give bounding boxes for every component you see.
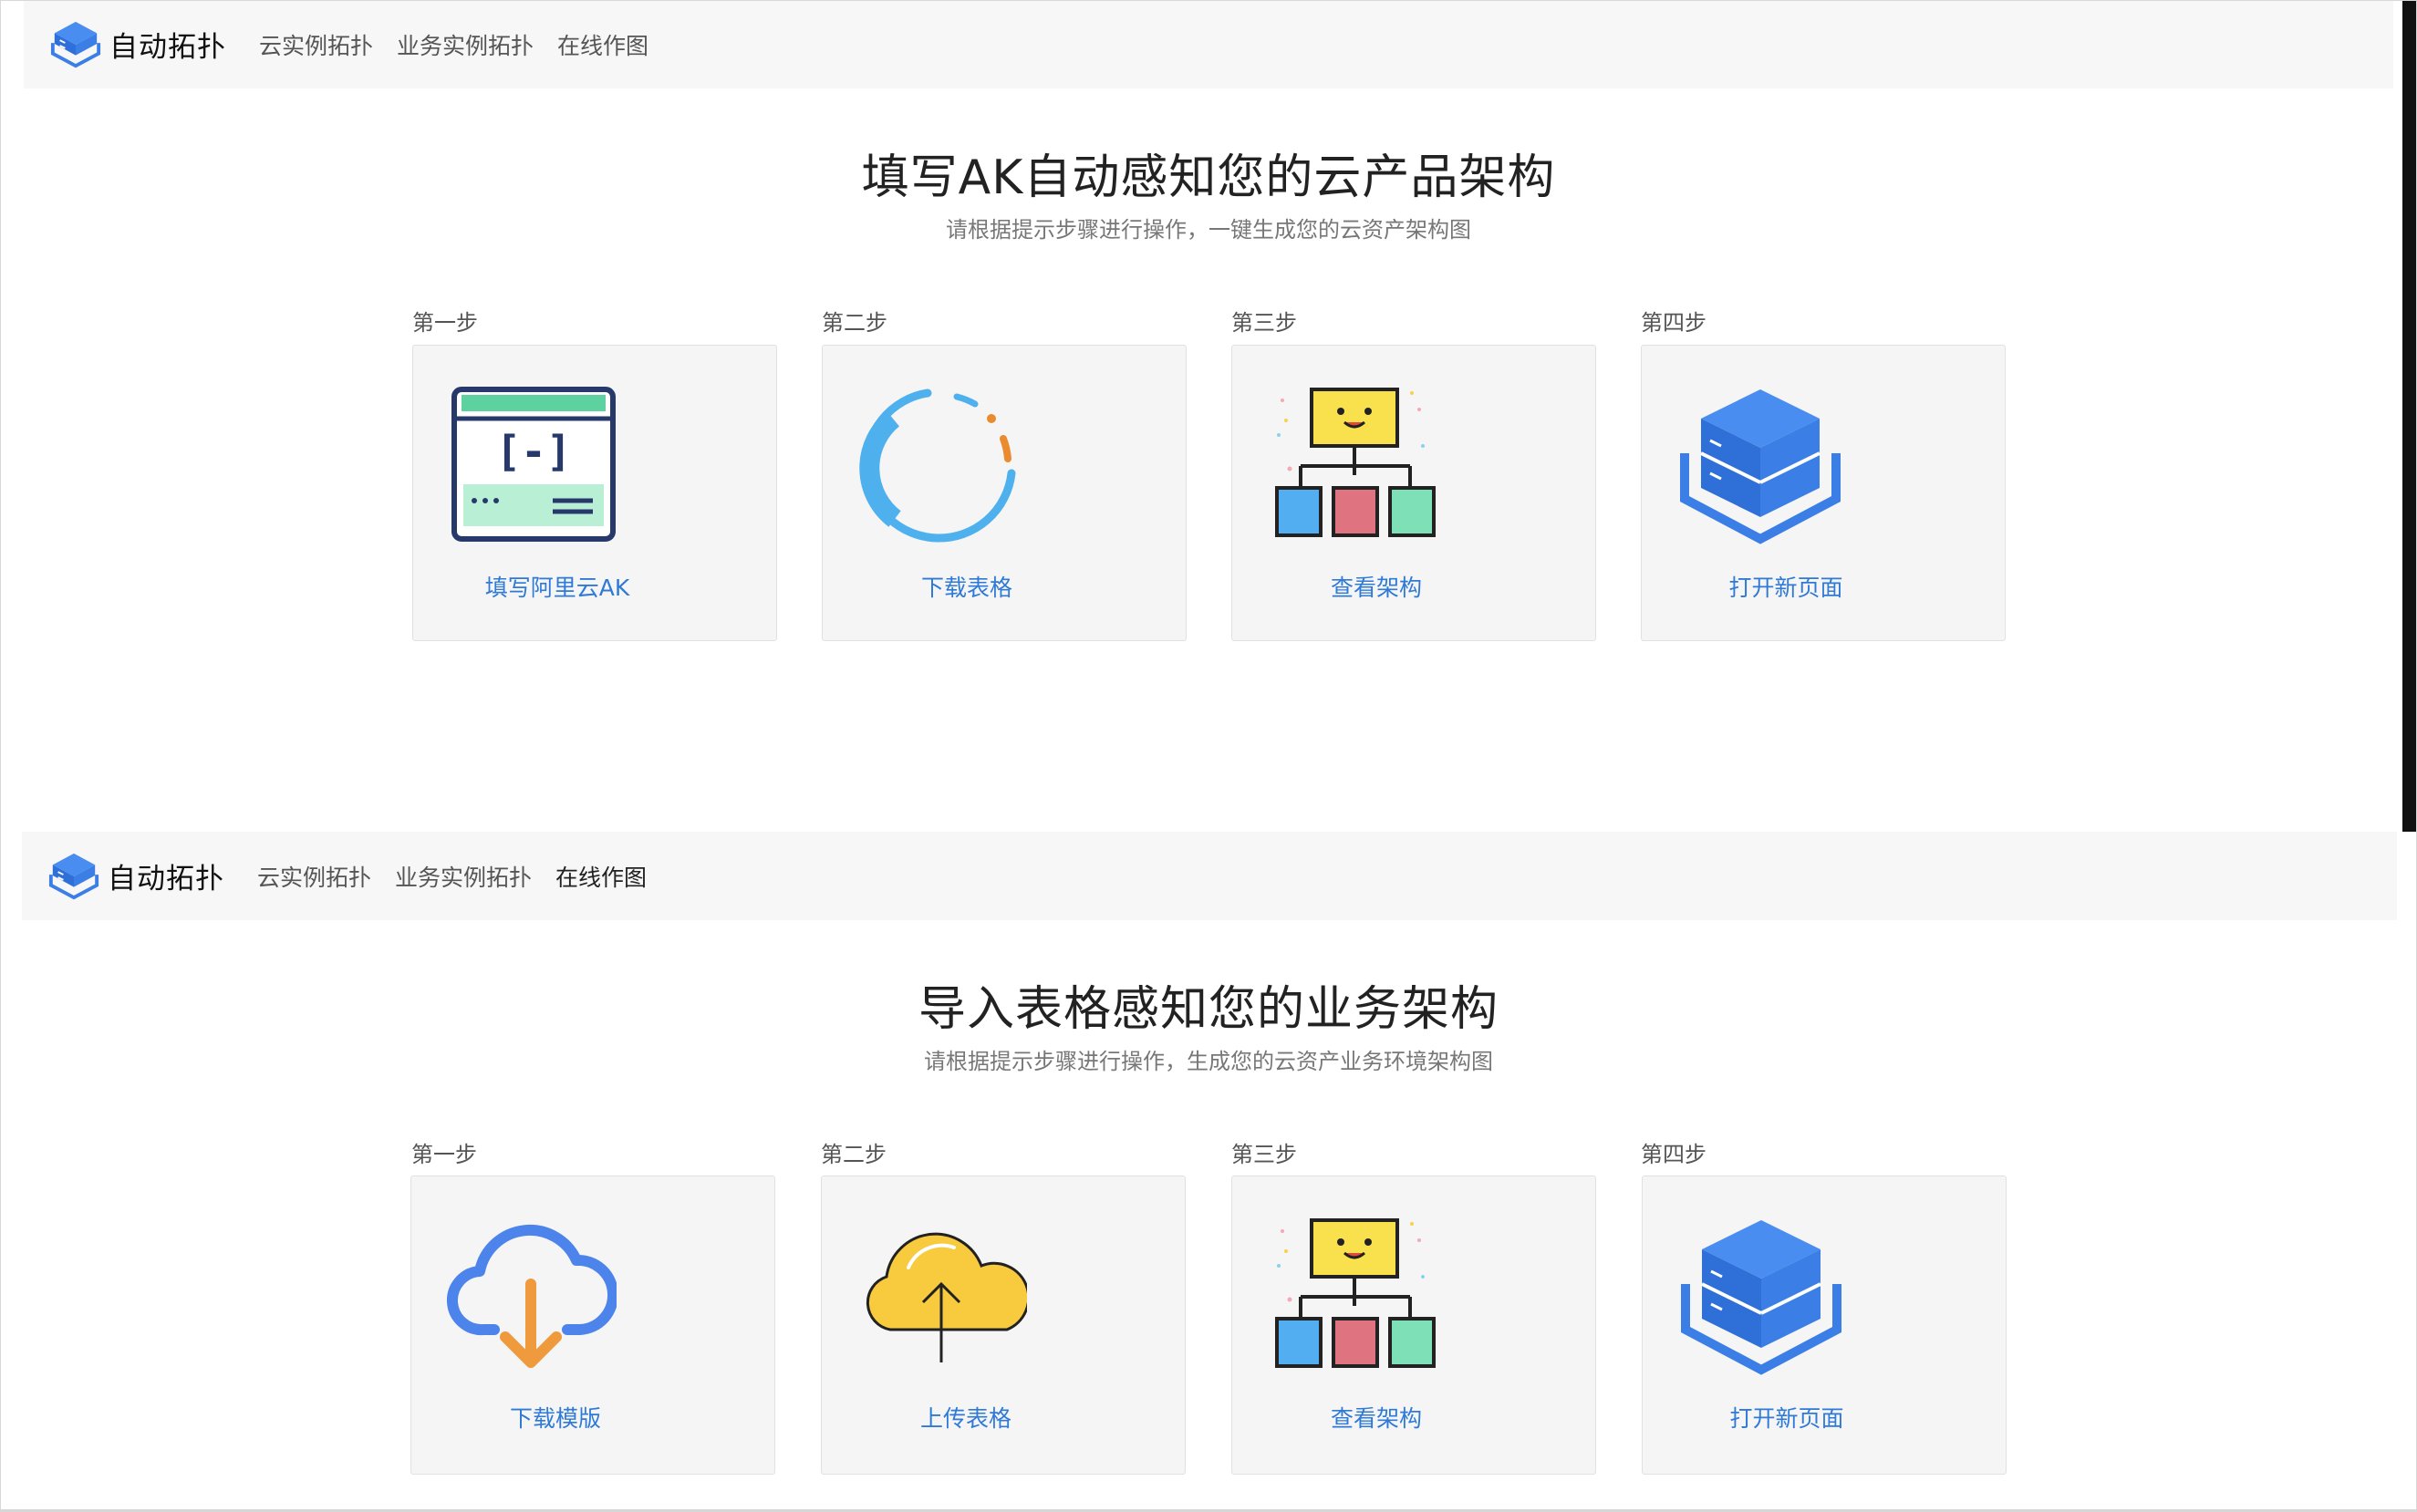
step-action-label: 上传表格 xyxy=(919,1405,1011,1432)
step-label-4: 第四步 xyxy=(1641,310,1706,336)
nav-link-online-drawing[interactable]: 在线作图 xyxy=(557,28,648,61)
brand[interactable]: 自动拓扑 xyxy=(47,850,224,903)
step-label-1: 第一步 xyxy=(411,1142,477,1167)
browser-code-icon: [-] xyxy=(451,387,616,542)
step-action-label: 下载模版 xyxy=(509,1405,601,1432)
bottom-screen: 自动拓扑 云实例拓扑 业务实例拓扑 在线作图 导入表格感知您的业务架构 请根据提… xyxy=(0,832,2417,1512)
org-chart-icon xyxy=(1275,388,1436,537)
step-action-label: 查看架构 xyxy=(1330,575,1422,601)
brand-name: 自动拓扑 xyxy=(109,31,226,64)
cloud-download-icon xyxy=(447,1225,617,1368)
nav-link-online-drawing[interactable]: 在线作图 xyxy=(555,860,647,893)
step-action-label: 填写阿里云AK xyxy=(484,575,630,601)
step-card-download-table[interactable]: 下载表格 xyxy=(822,345,1187,641)
step-action-label: 打开新页面 xyxy=(1728,575,1843,601)
nav-links: 云实例拓扑 业务实例拓扑 在线作图 xyxy=(257,860,670,893)
page-title: 填写AK自动感知您的云产品架构 xyxy=(861,150,1556,205)
window-edge xyxy=(2402,0,2417,832)
brand-logo-icon xyxy=(48,853,99,899)
bottom-navbar: 自动拓扑 云实例拓扑 业务实例拓扑 在线作图 xyxy=(22,832,2397,920)
brand-name: 自动拓扑 xyxy=(108,863,224,896)
page-title: 导入表格感知您的业务架构 xyxy=(918,982,1499,1037)
page-subtitle: 请根据提示步骤进行操作，一键生成您的云资产架构图 xyxy=(946,217,1471,243)
brand[interactable]: 自动拓扑 xyxy=(49,18,226,71)
server-stack-icon xyxy=(1680,389,1841,544)
nav-link-cloud-instance-topology[interactable]: 云实例拓扑 xyxy=(257,860,371,893)
step-action-label: 下载表格 xyxy=(920,575,1012,601)
step-action-label: 打开新页面 xyxy=(1729,1405,1844,1432)
step-card-open-new-page[interactable]: 打开新页面 xyxy=(1641,345,2006,641)
step-action-label: 查看架构 xyxy=(1330,1405,1422,1432)
step-card-view-architecture[interactable]: 查看架构 xyxy=(1231,345,1596,641)
svg-text:[-]: [-] xyxy=(495,427,571,476)
step-card-open-new-page[interactable]: 打开新页面 xyxy=(1642,1175,2007,1475)
step-label-2: 第二步 xyxy=(822,310,887,336)
nav-link-cloud-instance-topology[interactable]: 云实例拓扑 xyxy=(259,28,373,61)
step-label-1: 第一步 xyxy=(412,310,478,336)
step-card-fill-ak[interactable]: [-] 填写阿里云AK xyxy=(412,345,777,641)
step-card-view-architecture[interactable]: 查看架构 xyxy=(1231,1175,1596,1475)
step-label-2: 第二步 xyxy=(821,1142,887,1167)
cloud-upload-icon xyxy=(866,1232,1027,1362)
step-card-download-template[interactable]: 下载模版 xyxy=(410,1175,775,1475)
step-label-3: 第三步 xyxy=(1231,1142,1297,1167)
nav-links: 云实例拓扑 业务实例拓扑 在线作图 xyxy=(259,28,672,61)
step-label-4: 第四步 xyxy=(1641,1142,1706,1167)
loading-ring-icon xyxy=(859,388,1016,543)
top-navbar: 自动拓扑 云实例拓扑 业务实例拓扑 在线作图 xyxy=(24,0,2393,88)
top-screen: 自动拓扑 云实例拓扑 业务实例拓扑 在线作图 填写AK自动感知您的云产品架构 请… xyxy=(0,0,2417,832)
nav-link-business-instance-topology[interactable]: 业务实例拓扑 xyxy=(397,28,534,61)
page-subtitle: 请根据提示步骤进行操作，生成您的云资产业务环境架构图 xyxy=(924,1049,1493,1074)
nav-link-business-instance-topology[interactable]: 业务实例拓扑 xyxy=(395,860,532,893)
step-label-3: 第三步 xyxy=(1231,310,1297,336)
org-chart-icon xyxy=(1275,1218,1436,1368)
server-stack-icon xyxy=(1681,1220,1841,1375)
brand-logo-icon xyxy=(50,21,101,67)
step-card-upload-table[interactable]: 上传表格 xyxy=(821,1175,1186,1475)
